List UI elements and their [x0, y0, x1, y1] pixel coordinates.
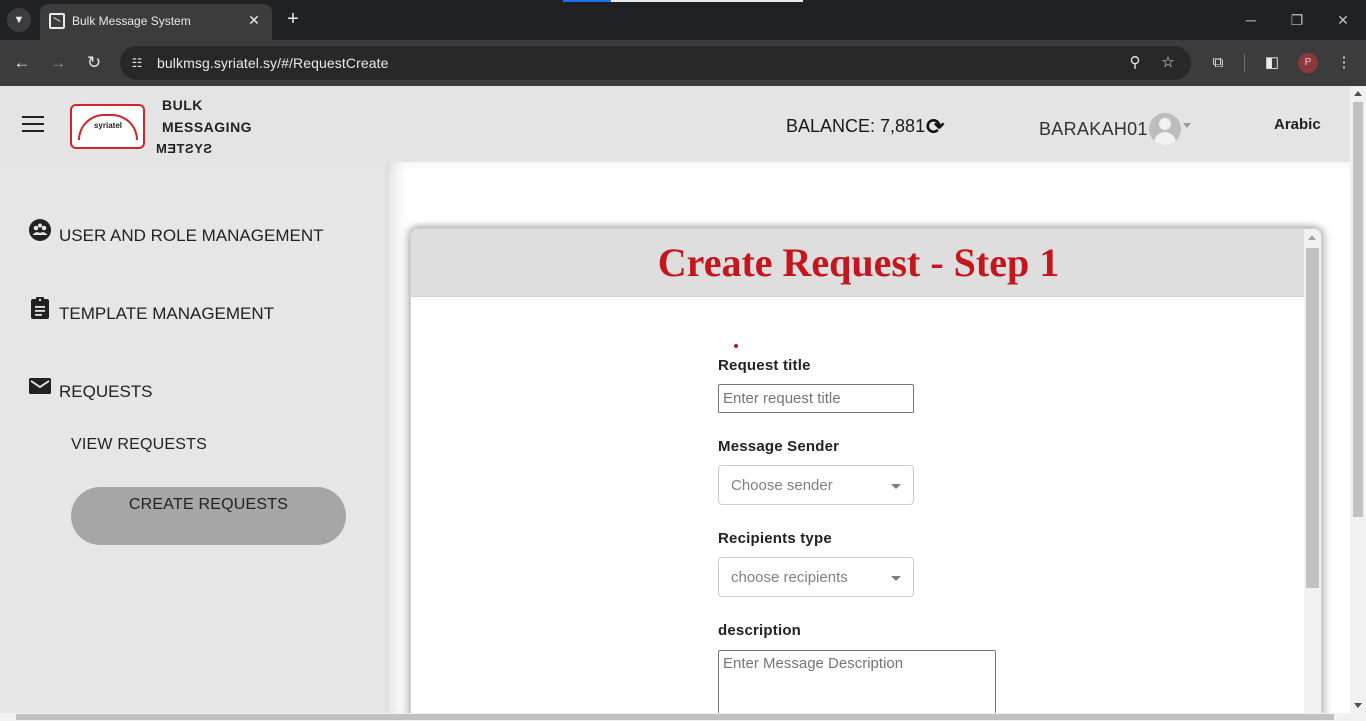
new-tab-icon[interactable]: + [282, 8, 304, 30]
syriatel-logo[interactable]: syriatel [70, 104, 145, 149]
site-favicon-icon [49, 13, 65, 29]
balance-text: BALANCE: 7,881 [786, 116, 926, 136]
page: syriatel BULK MESSAGING SYSTEM BALANCE: … [0, 86, 1366, 721]
card-scrollbar[interactable] [1304, 229, 1321, 721]
tab-title: Bulk Message System [72, 14, 191, 28]
tab-close-icon[interactable]: ✕ [244, 10, 264, 30]
app-header: syriatel BULK MESSAGING SYSTEM BALANCE: … [0, 86, 1350, 162]
refresh-balance-icon[interactable]: ⟳ [926, 116, 944, 138]
message-sender-label: Message Sender [718, 438, 840, 455]
description-label: description [718, 622, 802, 639]
card-header: Create Request - Step 1 [411, 229, 1306, 297]
clipboard-icon [31, 297, 49, 319]
mail-icon [29, 378, 51, 394]
request-title-label: Request title [718, 357, 811, 374]
recipients-type-select[interactable]: choose recipients [718, 557, 914, 597]
page-horizontal-scrollbar[interactable] [0, 713, 1366, 721]
bookmark-star-icon[interactable]: ☆ [1158, 53, 1178, 73]
scroll-up-icon[interactable] [1308, 235, 1316, 240]
brand-line-3: SYSTEM [155, 141, 212, 156]
hamburger-menu-icon[interactable] [22, 116, 44, 132]
extensions-icon[interactable]: ⧉ [1207, 52, 1229, 74]
browser-menu-icon[interactable]: ⋮ [1333, 52, 1355, 74]
sidebar-item-label: TEMPLATE MANAGEMENT [59, 304, 275, 323]
toolbar-divider [1244, 54, 1245, 72]
account-group-icon [29, 219, 51, 241]
chevron-down-icon [891, 576, 901, 581]
main-content: Create Request - Step 1 Request title Me… [385, 162, 1350, 721]
scroll-thumb[interactable] [16, 714, 1334, 720]
window-close-icon[interactable]: ✕ [1328, 8, 1358, 32]
select-placeholder: Choose sender [731, 477, 833, 494]
chevron-down-icon [891, 484, 901, 489]
address-bar[interactable]: ☷ bulkmsg.syriatel.sy/#/RequestCreate ⚲ … [120, 46, 1191, 80]
side-panel-icon[interactable]: ◧ [1261, 52, 1283, 74]
sidebar: USER AND ROLE MANAGEMENT TEMPLATE MANAGE… [0, 162, 385, 721]
zoom-icon[interactable]: ⚲ [1125, 53, 1145, 73]
recipients-type-label: Recipients type [718, 530, 832, 547]
scroll-thumb[interactable] [1306, 248, 1319, 588]
create-request-card: Create Request - Step 1 Request title Me… [410, 228, 1322, 721]
sidebar-subitem-view-requests[interactable]: VIEW REQUESTS [71, 436, 207, 454]
app-brand: BULK MESSAGING SYSTEM [155, 94, 253, 160]
loading-indicator [563, 0, 803, 2]
site-info-icon[interactable]: ☷ [129, 55, 145, 71]
language-toggle[interactable]: Arabic [1274, 116, 1321, 133]
select-placeholder: choose recipients [731, 569, 848, 586]
scroll-thumb[interactable] [1353, 102, 1363, 517]
browser-tab-bar: ▼ Bulk Message System ✕ + ─ ❐ ✕ [0, 0, 1366, 40]
sidebar-item-label: REQUESTS [59, 382, 153, 401]
reload-icon[interactable]: ↻ [82, 51, 106, 75]
tab-search-icon[interactable]: ▼ [7, 8, 31, 32]
username[interactable]: BARAKAH01 [1039, 119, 1148, 140]
sidebar-subitem-label: CREATE REQUESTS [128, 496, 289, 513]
page-title: Create Request - Step 1 [657, 240, 1060, 285]
minimize-icon[interactable]: ─ [1236, 8, 1266, 32]
url-text[interactable]: bulkmsg.syriatel.sy/#/RequestCreate [157, 55, 389, 71]
back-icon[interactable]: ← [10, 51, 34, 75]
required-indicator [734, 344, 738, 348]
user-avatar[interactable] [1149, 113, 1181, 145]
request-title-input[interactable] [718, 384, 914, 413]
browser-tab[interactable]: Bulk Message System ✕ [40, 4, 272, 40]
brand-line-2: MESSAGING [162, 119, 253, 135]
forward-icon[interactable]: → [46, 51, 70, 75]
scroll-up-icon[interactable] [1354, 91, 1362, 96]
scroll-down-icon[interactable] [1354, 703, 1362, 708]
description-textarea[interactable] [718, 650, 996, 720]
sidebar-item-label: USER AND ROLE MANAGEMENT [59, 226, 324, 245]
page-vertical-scrollbar[interactable] [1350, 86, 1366, 713]
sidebar-subitem-create-requests[interactable]: CREATE REQUESTS [71, 487, 346, 545]
message-sender-select[interactable]: Choose sender [718, 465, 914, 505]
restore-icon[interactable]: ❐ [1282, 8, 1312, 32]
profile-avatar[interactable]: P [1298, 53, 1318, 73]
brand-line-1: BULK [162, 97, 203, 113]
user-menu-chevron-down-icon[interactable] [1183, 123, 1191, 128]
browser-toolbar: ← → ↻ ☷ bulkmsg.syriatel.sy/#/RequestCre… [0, 40, 1366, 86]
